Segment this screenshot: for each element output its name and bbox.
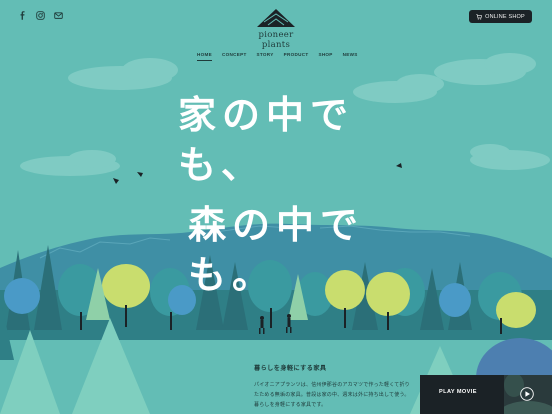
facebook-icon[interactable]: [18, 11, 27, 20]
play-movie-label: PLAY MOVIE: [439, 389, 477, 395]
online-shop-button[interactable]: ONLINE SHOP: [469, 10, 532, 23]
intro-title: 暮らしを身軽にする家具: [254, 365, 327, 372]
play-movie-button[interactable]: PLAY MOVIE: [420, 375, 552, 414]
cart-icon: [476, 13, 483, 20]
nav-item-story[interactable]: STORY: [257, 52, 274, 61]
hero-headline: 家の中でも、 森の中でも。: [178, 90, 408, 300]
main-nav: HOME CONCEPT STORY PRODUCT SHOP NEWS: [197, 52, 358, 61]
nav-item-shop[interactable]: SHOP: [318, 52, 332, 61]
nav-item-product[interactable]: PRODUCT: [284, 52, 309, 61]
page: pioneer plants ONLINE SHOP HOME CONCEPT …: [0, 0, 552, 414]
intro-section: 暮らしを身軽にする家具: [254, 363, 424, 372]
online-shop-label: ONLINE SHOP: [485, 13, 525, 20]
nav-item-concept[interactable]: CONCEPT: [222, 52, 247, 61]
intro-body: パイオニアプランツは、信州伊那谷のアカマツで作った軽くて折りたためる無垢の家具。…: [254, 382, 410, 408]
social-links: [18, 11, 63, 20]
intro-body-wrap: パイオニアプランツは、信州伊那谷のアカマツで作った軽くて折りたためる無垢の家具。…: [254, 380, 414, 410]
instagram-icon[interactable]: [36, 11, 45, 20]
hero-line-2: 森の中でも。: [188, 202, 365, 297]
mail-icon[interactable]: [54, 11, 63, 20]
brand-logo[interactable]: pioneer plants: [245, 8, 307, 50]
nav-item-news[interactable]: NEWS: [343, 52, 358, 61]
hero-line-1: 家の中でも、: [178, 92, 355, 187]
nav-item-home[interactable]: HOME: [197, 52, 212, 61]
mountain-logo-icon: [257, 9, 295, 27]
play-icon: [520, 387, 534, 401]
brand-name: pioneer plants: [258, 30, 294, 50]
